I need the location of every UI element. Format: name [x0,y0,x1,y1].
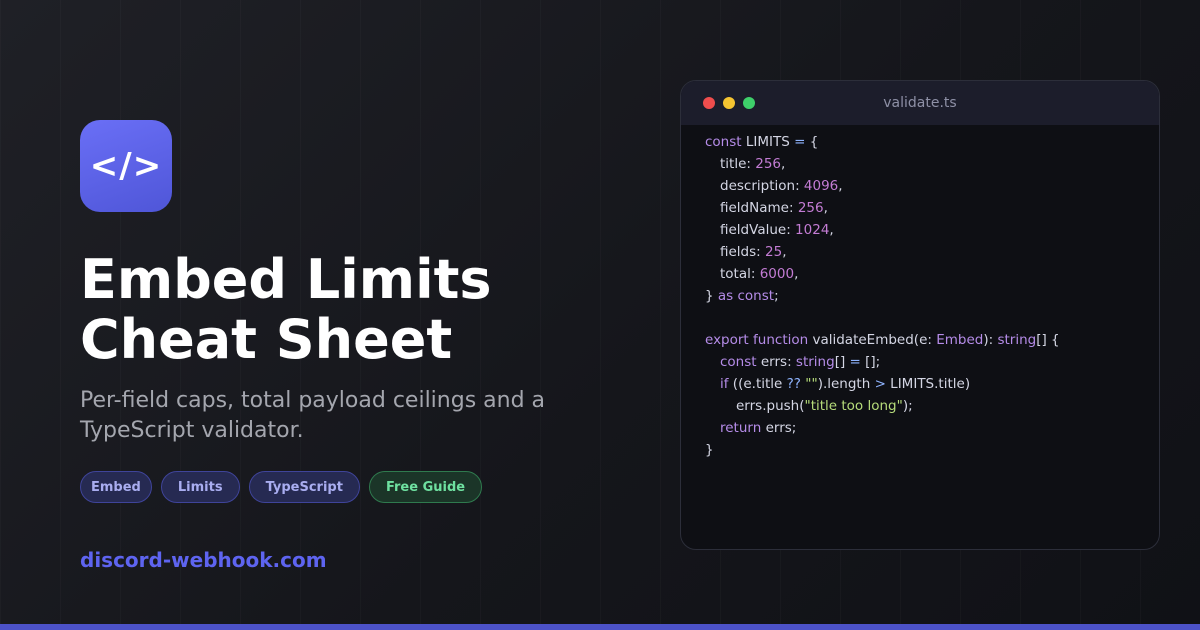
code-line-7: total: 6000, [720,266,799,282]
code-body: const LIMITS = { title: 256, description… [681,125,1159,461]
code-line-11: const errs: string[] = []; [720,354,881,370]
code-filename: validate.ts [883,95,957,111]
code-line-13: errs.push("title too long"); [736,398,913,414]
tag-free-guide: Free Guide [368,471,483,503]
site-domain: discord-webhook.com [80,548,327,572]
code-line-3: description: 4096, [720,178,843,194]
tag-embed: Embed [80,471,152,503]
tag-limits: Limits [160,471,240,503]
code-line-5: fieldValue: 1024, [720,222,834,238]
code-window-titlebar: validate.ts [681,81,1159,125]
code-line-15: } [705,442,714,458]
title-line-1: Embed Limits [80,248,492,311]
code-window: validate.ts const LIMITS = { title: 256,… [680,80,1160,550]
code-line-6: fields: 25, [720,244,787,260]
code-line-12: if ((e.title ?? "").length > LIMITS.titl… [720,376,971,392]
code-brackets-icon: </> [89,146,163,186]
logo-tile: </> [80,120,172,212]
code-line-2: title: 256, [720,156,786,172]
tag-list: Embed Limits TypeScript Free Guide [80,471,483,503]
page-title: Embed Limits Cheat Sheet [80,250,640,370]
code-line-8: } as const; [705,288,779,304]
code-line-10: export function validateEmbed(e: Embed):… [705,332,1060,348]
tag-typescript: TypeScript [248,471,360,503]
title-line-2: Cheat Sheet [80,308,453,371]
page-subtitle: Per-field caps, total payload ceilings a… [80,388,546,443]
code-line-1: const LIMITS = { [705,134,819,150]
code-line-14: return errs; [720,420,797,436]
code-line-4: fieldName: 256, [720,200,828,216]
bottom-accent-bar [0,624,1200,630]
